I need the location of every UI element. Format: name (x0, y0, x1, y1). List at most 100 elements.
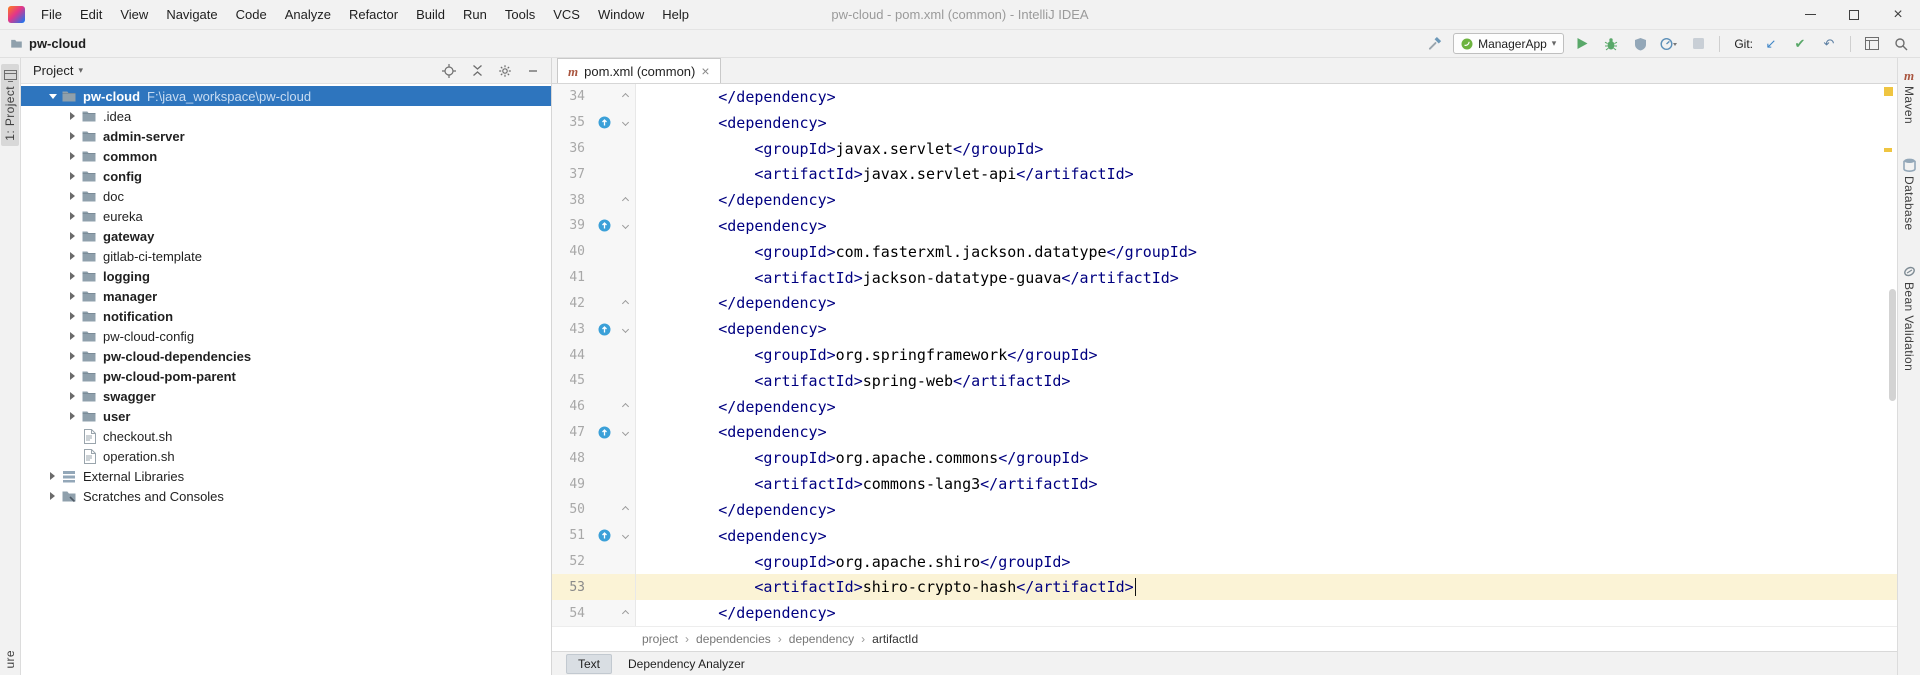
tree-item-scratches-and-consoles[interactable]: Scratches and Consoles (21, 486, 551, 506)
tree-item-gitlab-ci-template[interactable]: gitlab-ci-template (21, 246, 551, 266)
menu-view[interactable]: View (111, 0, 157, 29)
window-layout-icon[interactable] (1861, 33, 1883, 55)
tree-item-gateway[interactable]: gateway (21, 226, 551, 246)
tree-item-logging[interactable]: logging (21, 266, 551, 286)
minimize-button[interactable] (1788, 0, 1832, 29)
code-line[interactable]: 52<groupId>org.apache.shiro</groupId> (552, 549, 1897, 575)
tree-item-common[interactable]: common (21, 146, 551, 166)
rollback-icon[interactable]: ↶ (1818, 33, 1840, 55)
search-icon[interactable] (1890, 33, 1912, 55)
tree-item-user[interactable]: user (21, 406, 551, 426)
tree-item-notification[interactable]: notification (21, 306, 551, 326)
navigation-breadcrumb[interactable]: pw-cloud (29, 36, 86, 51)
tree-item-checkout-sh[interactable]: checkout.sh (21, 426, 551, 446)
menu-navigate[interactable]: Navigate (157, 0, 226, 29)
fold-marker-icon[interactable] (616, 213, 636, 239)
hide-icon[interactable] (525, 63, 541, 79)
debug-icon[interactable] (1600, 33, 1622, 55)
collapse-all-icon[interactable] (469, 63, 485, 79)
tree-item-idea[interactable]: .idea (21, 106, 551, 126)
tool-button-maven[interactable]: mMaven (1900, 64, 1918, 129)
code-line[interactable]: 39<dependency> (552, 213, 1897, 239)
close-tab-icon[interactable]: × (701, 64, 709, 78)
expand-arrow-icon[interactable] (65, 372, 80, 380)
breadcrumb-item[interactable]: artifactId (872, 632, 918, 646)
code-line[interactable]: 46</dependency> (552, 394, 1897, 420)
menu-vcs[interactable]: VCS (544, 0, 589, 29)
code-line[interactable]: 49<artifactId>commons-lang3</artifactId> (552, 471, 1897, 497)
tree-item-eureka[interactable]: eureka (21, 206, 551, 226)
menu-window[interactable]: Window (589, 0, 653, 29)
expand-arrow-icon[interactable] (45, 472, 60, 480)
expand-arrow-icon[interactable] (65, 272, 80, 280)
fold-marker-icon[interactable] (616, 394, 636, 420)
bottom-tab-text[interactable]: Text (566, 654, 612, 674)
gear-icon[interactable] (497, 63, 513, 79)
profiler-icon[interactable] (1658, 33, 1680, 55)
locate-icon[interactable] (441, 63, 457, 79)
fold-marker-icon[interactable] (616, 316, 636, 342)
expand-arrow-icon[interactable] (65, 232, 80, 240)
fold-marker-icon[interactable] (616, 291, 636, 317)
breadcrumb-item[interactable]: project (642, 632, 678, 646)
expand-arrow-icon[interactable] (65, 412, 80, 420)
editor-body[interactable]: 34</dependency>35<dependency>36<groupId>… (552, 84, 1897, 626)
dependency-gutter-icon[interactable] (592, 420, 616, 446)
expand-arrow-icon[interactable] (65, 192, 80, 200)
code-line[interactable]: 44<groupId>org.springframework</groupId> (552, 342, 1897, 368)
coverage-icon[interactable] (1629, 33, 1651, 55)
code-line[interactable]: 34</dependency> (552, 84, 1897, 110)
tree-item-external-libraries[interactable]: External Libraries (21, 466, 551, 486)
project-panel-title[interactable]: Project (33, 63, 73, 78)
code-line[interactable]: 42</dependency> (552, 291, 1897, 317)
breadcrumb-item[interactable]: dependency (789, 632, 854, 646)
menu-file[interactable]: File (32, 0, 71, 29)
tree-item-manager[interactable]: manager (21, 286, 551, 306)
fold-marker-icon[interactable] (616, 523, 636, 549)
menu-run[interactable]: Run (454, 0, 496, 29)
expand-arrow-icon[interactable] (65, 332, 80, 340)
build-hammer-icon[interactable] (1424, 33, 1446, 55)
code-line[interactable]: 53<artifactId>shiro-crypto-hash</artifac… (552, 574, 1897, 600)
code-line[interactable]: 35<dependency> (552, 110, 1897, 136)
dependency-gutter-icon[interactable] (592, 110, 616, 136)
fold-marker-icon[interactable] (616, 187, 636, 213)
expand-arrow-icon[interactable] (65, 152, 80, 160)
tool-button-bean-validation[interactable]: Bean Validation (1900, 260, 1918, 376)
maximize-button[interactable] (1832, 0, 1876, 29)
tool-button-1-project[interactable]: 1: Project (1, 64, 19, 146)
code-line[interactable]: 43<dependency> (552, 316, 1897, 342)
tree-item-operation-sh[interactable]: operation.sh (21, 446, 551, 466)
inspection-indicator[interactable] (1884, 87, 1893, 96)
expand-arrow-icon[interactable] (45, 492, 60, 500)
code-line[interactable]: 40<groupId>com.fasterxml.jackson.datatyp… (552, 239, 1897, 265)
code-line[interactable]: 51<dependency> (552, 523, 1897, 549)
code-line[interactable]: 41<artifactId>jackson-datatype-guava</ar… (552, 265, 1897, 291)
editor-tab-pom-xml[interactable]: m pom.xml (common) × (557, 58, 721, 83)
expand-arrow-icon[interactable] (65, 292, 80, 300)
fold-marker-icon[interactable] (616, 497, 636, 523)
fold-marker-icon[interactable] (616, 110, 636, 136)
menu-refactor[interactable]: Refactor (340, 0, 407, 29)
dependency-gutter-icon[interactable] (592, 523, 616, 549)
tool-button-ure[interactable]: ure (1, 645, 19, 674)
fold-marker-icon[interactable] (616, 420, 636, 446)
code-line[interactable]: 37<artifactId>javax.servlet-api</artifac… (552, 161, 1897, 187)
menu-tools[interactable]: Tools (496, 0, 544, 29)
dependency-gutter-icon[interactable] (592, 316, 616, 342)
expand-arrow-icon[interactable] (65, 252, 80, 260)
code-line[interactable]: 48<groupId>org.apache.commons</groupId> (552, 445, 1897, 471)
close-button[interactable]: × (1876, 0, 1920, 29)
fold-marker-icon[interactable] (616, 600, 636, 626)
expand-arrow-icon[interactable] (65, 112, 80, 120)
tree-item-admin-server[interactable]: admin-server (21, 126, 551, 146)
menu-help[interactable]: Help (653, 0, 698, 29)
expand-arrow-icon[interactable] (45, 94, 60, 99)
fold-marker-icon[interactable] (616, 84, 636, 110)
code-line[interactable]: 47<dependency> (552, 420, 1897, 446)
update-project-icon[interactable]: ↙ (1760, 33, 1782, 55)
tree-item-config[interactable]: config (21, 166, 551, 186)
expand-arrow-icon[interactable] (65, 212, 80, 220)
menu-build[interactable]: Build (407, 0, 454, 29)
tree-item-pw-cloud-pom-parent[interactable]: pw-cloud-pom-parent (21, 366, 551, 386)
